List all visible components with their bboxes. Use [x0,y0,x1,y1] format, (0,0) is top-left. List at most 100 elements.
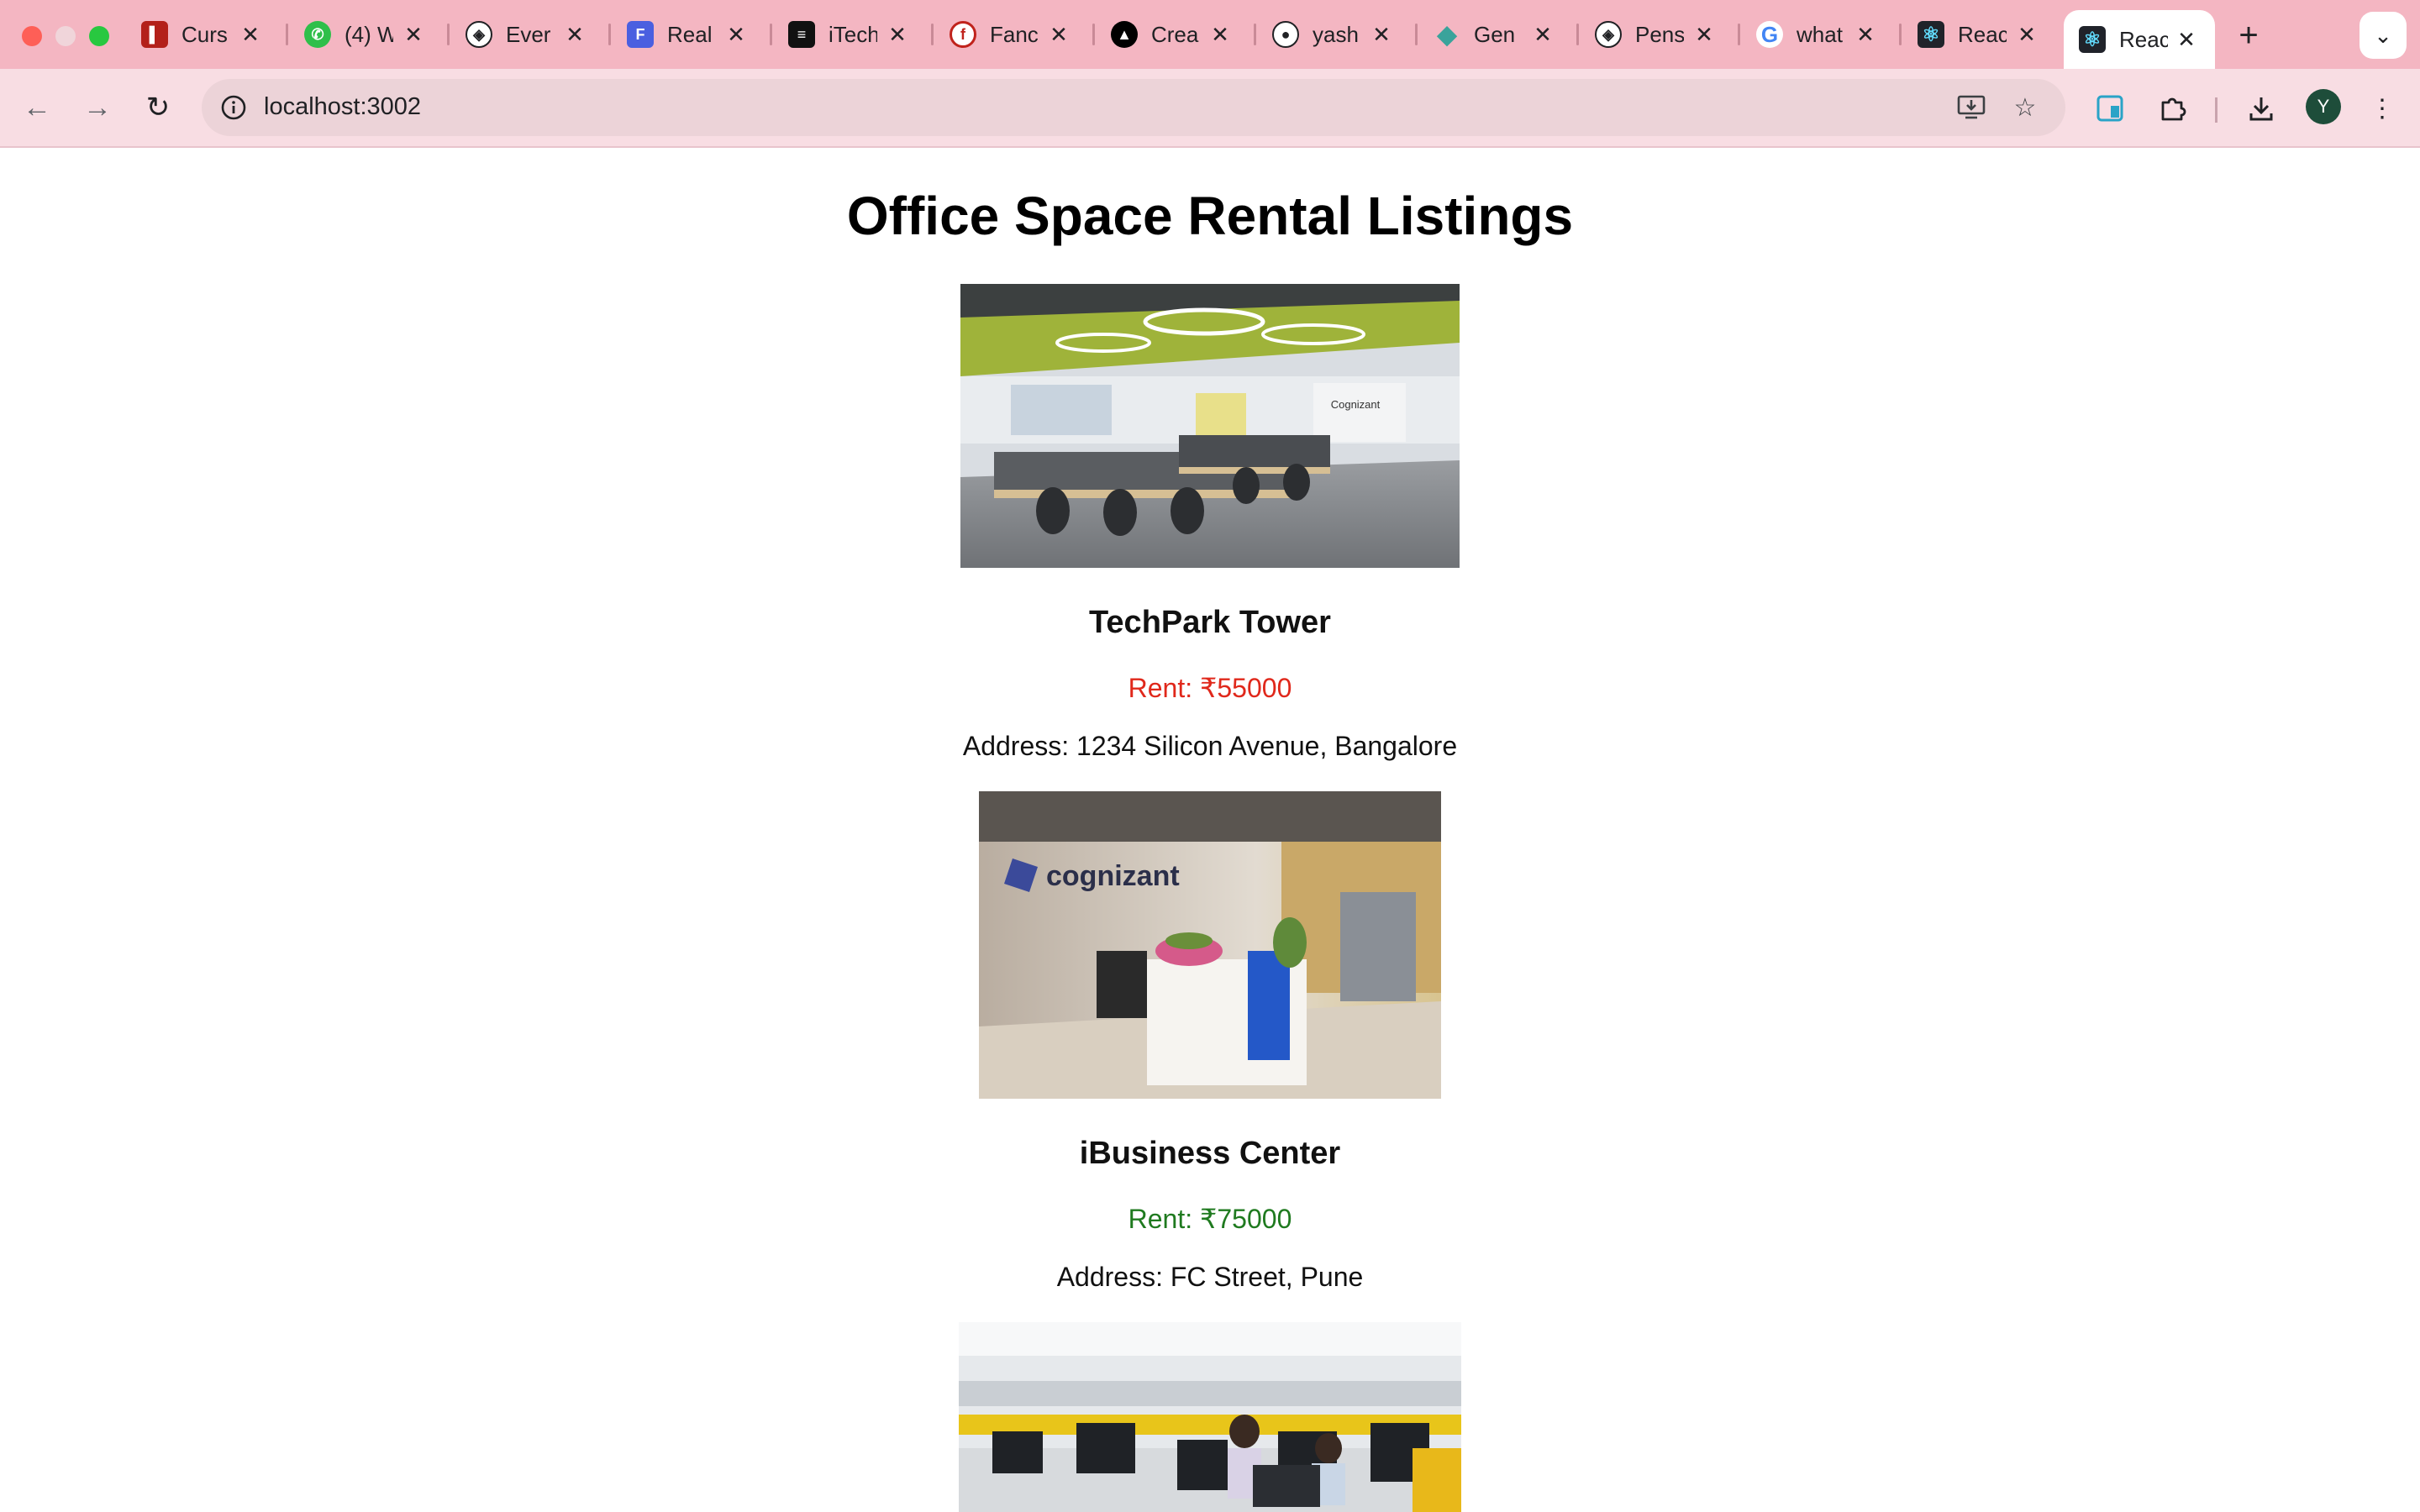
close-tab-icon[interactable]: ✕ [2171,24,2202,55]
tab-title: Crea [1151,21,1199,47]
tab-title: Ever [506,21,551,47]
browser-tab[interactable]: G what ✕ [1756,12,1881,57]
tab-title: Gen [1474,21,1516,47]
photo-sign-text: Cognizant [1331,398,1381,411]
react-icon: ⚛ [2079,26,2106,53]
download-icon [2249,97,2273,121]
listing-name: TechPark Tower [1089,605,1331,640]
tab-separator [1092,24,1095,45]
close-tab-icon[interactable]: ✕ [1044,19,1074,50]
install-app-button[interactable] [1951,87,1991,128]
tab-title: Curs [182,21,228,47]
window-close-button[interactable] [22,26,42,46]
tab-separator [1254,24,1256,45]
page-content: Office Space Rental Listings Cognizant T… [0,150,2420,1512]
red-logo-icon: f [950,21,976,48]
close-tab-icon[interactable]: ✕ [2012,19,2042,50]
whatsapp-icon: ✆ [304,21,331,48]
browser-tab[interactable]: ✆ (4) W ✕ [304,12,429,57]
photo-sign-text: cognizant [1046,860,1180,892]
tab-title: what [1797,21,1843,47]
new-tab-button[interactable]: + [2230,17,2267,54]
listing-photo-reception: cognizant [979,791,1441,1099]
close-tab-icon[interactable]: ✕ [1689,19,1719,50]
tab-title: Real [667,21,713,47]
tab-separator [1738,24,1740,45]
reload-button[interactable]: ↻ [138,87,178,128]
browser-tab[interactable]: ◈ Ever ✕ [466,12,590,57]
info-icon [221,95,246,120]
extensions-menu-button[interactable] [2151,87,2193,129]
tab-title: (4) W [345,21,393,47]
arrow-left-icon: ← [23,91,51,123]
tab-strip: ▌ Curs ✕ ✆ (4) W ✕ ◈ Ever ✕ F Real ✕ ≡ i… [0,0,2420,69]
browser-tab[interactable]: f Fanc ✕ [950,12,1074,57]
browser-tab[interactable]: ● yash ✕ [1272,12,1397,57]
close-tab-icon[interactable]: ✕ [1366,19,1397,50]
browser-toolbar: ← → ↻ localhost:3002 ☆ ⋮ [0,69,2420,148]
tab-search-button[interactable]: ⌄ [2360,12,2407,59]
site-info-button[interactable] [213,87,254,128]
toolbar-divider [2215,97,2217,123]
browser-tab[interactable]: ▌ Curs ✕ [141,12,266,57]
blue-form-icon: F [627,21,654,48]
install-icon [1957,95,1986,119]
close-tab-icon[interactable]: ✕ [398,19,429,50]
back-button[interactable]: ← [17,87,57,128]
close-tab-icon[interactable]: ✕ [235,19,266,50]
arrow-right-icon: → [83,91,112,123]
tab-separator [1576,24,1579,45]
teal-diamond-icon: ◆ [1437,20,1457,49]
close-tab-icon[interactable]: ✕ [560,19,590,50]
tab-title: Reac [1958,21,2007,47]
listing-address: Address: 1234 Silicon Avenue, Bangalore [962,731,1458,761]
tab-title: iTech [829,21,877,47]
url-text: localhost:3002 [264,93,422,120]
listing-name: iBusiness Center [1079,1136,1341,1171]
tab-separator [1415,24,1418,45]
listing-rent: Rent: ₹55000 [1128,673,1292,703]
forward-button[interactable]: → [77,87,118,128]
chevron-down-icon: ⌄ [2374,22,2392,48]
browser-tab[interactable]: ◈ Pens ✕ [1595,12,1719,57]
tab-separator [608,24,611,45]
close-tab-icon[interactable]: ✕ [1528,19,1558,50]
downloads-button[interactable] [2240,87,2282,129]
close-tab-icon[interactable]: ✕ [1850,19,1881,50]
tab-separator [770,24,772,45]
browser-tab[interactable]: F Real ✕ [627,12,751,57]
tab-separator [447,24,450,45]
page-title: Office Space Rental Listings [846,186,1574,246]
browser-tab-active[interactable]: ⚛ Reac ✕ [2064,10,2215,69]
kebab-menu-icon: ⋮ [2370,94,2395,123]
tab-separator [1899,24,1902,45]
profile-avatar[interactable]: Y [2306,89,2341,124]
tab-separator [931,24,934,45]
chrome-menu-button[interactable]: ⋮ [2361,87,2403,129]
react-icon: ⚛ [1918,21,1944,48]
browser-tab[interactable]: ≡ iTech ✕ [788,12,913,57]
github-icon: ● [1272,21,1299,48]
browser-tab[interactable]: ◆ Gen ✕ [1434,12,1558,57]
browser-tab[interactable]: ⚛ Reac ✕ [1918,12,2042,57]
listing-photo-coworking [959,1322,1461,1512]
browser-tab[interactable]: ▲ Crea ✕ [1111,12,1235,57]
codepen-icon: ◈ [1595,21,1622,48]
extension-button[interactable] [2089,87,2131,129]
triangle-logo-icon: ▲ [1111,21,1138,48]
codepen-icon: ◈ [466,21,492,48]
listing-photo-open-office: Cognizant [960,284,1460,568]
bookmark-button[interactable]: ☆ [2005,87,2045,128]
tab-title: Fanc [990,21,1039,47]
address-bar[interactable]: localhost:3002 ☆ [202,79,2065,136]
tab-separator [286,24,288,45]
window-minimize-button[interactable] [55,26,76,46]
tab-title: Pens [1635,21,1684,47]
google-icon: G [1756,21,1783,48]
listing-address: Address: FC Street, Pune [1056,1262,1364,1292]
close-tab-icon[interactable]: ✕ [721,19,751,50]
close-tab-icon[interactable]: ✕ [1205,19,1235,50]
tab-title: Reac [2119,26,2168,52]
window-maximize-button[interactable] [89,26,109,46]
close-tab-icon[interactable]: ✕ [882,19,913,50]
